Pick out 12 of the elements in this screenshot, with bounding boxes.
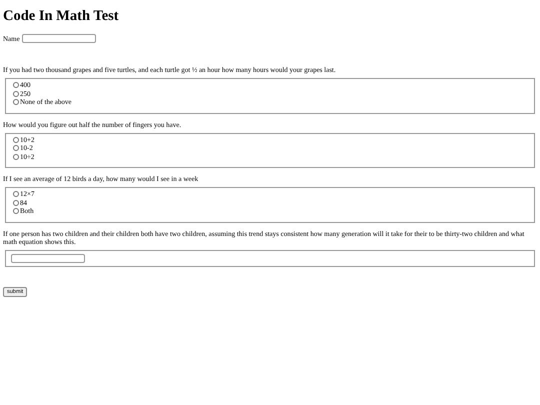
radio-button[interactable] (13, 200, 19, 206)
radio-button[interactable] (13, 99, 19, 106)
radio-button[interactable] (13, 136, 19, 143)
radio-button[interactable] (13, 208, 19, 214)
radio-button[interactable] (13, 145, 19, 152)
page-title: Code In Math Test (3, 8, 120, 25)
radio-button[interactable] (13, 191, 19, 198)
answer-field[interactable] (11, 254, 85, 262)
radio-button[interactable] (13, 90, 19, 97)
radio-button[interactable] (13, 82, 19, 88)
name-field[interactable] (22, 34, 96, 43)
radio-button[interactable] (13, 154, 19, 160)
